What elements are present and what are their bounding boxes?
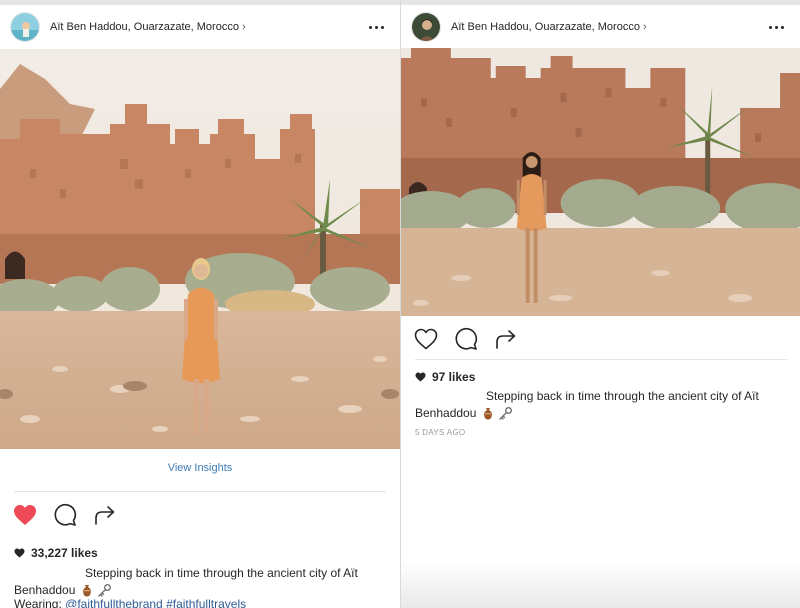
more-options-button[interactable] [762, 17, 790, 37]
avatar[interactable] [10, 12, 40, 42]
mini-heart-icon [415, 372, 426, 382]
key-emoji-icon [98, 584, 112, 597]
post-timestamp: 5 DAYS AGO [415, 428, 466, 437]
wearing-line: Wearing: @faithfullthebrand #faithfulltr… [14, 597, 246, 608]
view-insights-link[interactable]: View Insights [0, 462, 400, 474]
comment-icon [54, 504, 77, 526]
heart-filled-icon [14, 505, 36, 525]
more-icon [368, 25, 372, 29]
divider [14, 491, 386, 492]
share-button[interactable] [92, 502, 118, 528]
right-post: Aït Ben Haddou, Ouarzazate, Morocco › 97… [401, 0, 800, 608]
caption-line-1: Stepping back in time through the ancien… [486, 389, 759, 403]
like-count-label: 97 likes [432, 370, 476, 384]
caption-line-2: Benhaddou [415, 405, 759, 422]
key-emoji-icon [499, 407, 513, 420]
share-button[interactable] [493, 326, 519, 352]
wearing-tags-link[interactable]: @faithfullthebrand #faithfulltravels [65, 597, 246, 608]
action-bar [401, 324, 800, 354]
avatar[interactable] [411, 12, 441, 42]
location-link[interactable]: Aït Ben Haddou, Ouarzazate, Morocco › [451, 21, 762, 33]
bottom-shade [401, 560, 800, 608]
amphora-emoji-icon [483, 408, 492, 420]
location-label: Aït Ben Haddou, Ouarzazate, Morocco [451, 21, 640, 33]
amphora-emoji-icon [82, 585, 91, 597]
chevron-right-icon: › [241, 21, 246, 33]
comment-button[interactable] [453, 326, 479, 352]
left-post: Aït Ben Haddou, Ouarzazate, Morocco › Vi… [0, 0, 400, 608]
like-count[interactable]: 97 likes [415, 370, 475, 384]
location-label: Aït Ben Haddou, Ouarzazate, Morocco [50, 21, 239, 33]
caption: Stepping back in time through the ancien… [415, 388, 759, 422]
like-count-label: 33,227 likes [31, 546, 98, 560]
caption-line-1: Stepping back in time through the ancien… [85, 566, 358, 580]
post-photo[interactable] [0, 49, 400, 449]
post-header: Aït Ben Haddou, Ouarzazate, Morocco › [401, 5, 800, 49]
wearing-label: Wearing: [14, 597, 62, 608]
comment-icon [455, 328, 478, 350]
like-count[interactable]: 33,227 likes [14, 546, 98, 560]
heart-outline-icon [414, 328, 438, 350]
like-button[interactable] [12, 502, 38, 528]
caption: Stepping back in time through the ancien… [14, 565, 358, 599]
share-icon [496, 330, 516, 349]
more-icon [768, 25, 772, 29]
divider [415, 359, 787, 360]
chevron-right-icon: › [642, 21, 647, 33]
location-link[interactable]: Aït Ben Haddou, Ouarzazate, Morocco › [50, 21, 362, 33]
mini-heart-icon [14, 548, 25, 558]
share-icon [95, 506, 115, 525]
action-bar [0, 500, 400, 530]
post-header: Aït Ben Haddou, Ouarzazate, Morocco › [0, 5, 400, 49]
like-button[interactable] [413, 326, 439, 352]
more-options-button[interactable] [362, 17, 390, 37]
post-photo[interactable] [401, 48, 800, 316]
comment-button[interactable] [52, 502, 78, 528]
